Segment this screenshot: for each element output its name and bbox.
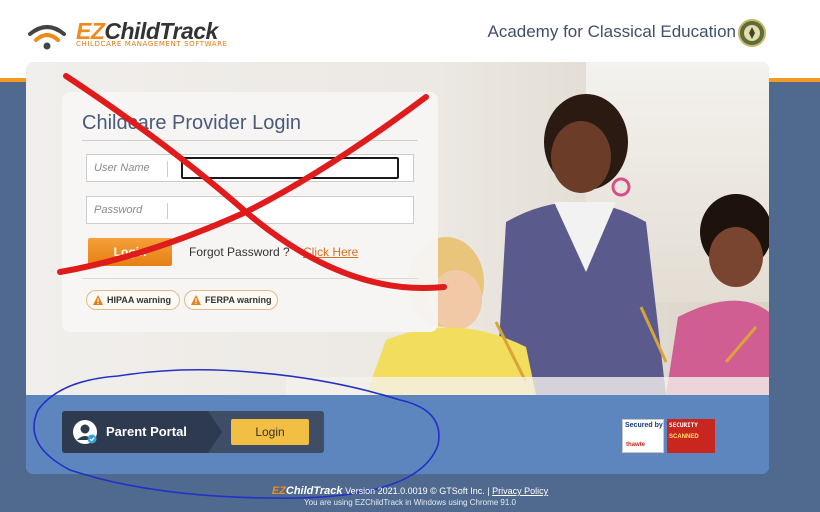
scan-badge-line1: SECURITY xyxy=(669,422,698,429)
login-button[interactable]: Login xyxy=(88,238,172,266)
title-divider xyxy=(82,140,418,141)
parent-portal-login-button[interactable]: Login xyxy=(231,419,309,445)
privacy-policy-link[interactable]: Privacy Policy xyxy=(492,486,548,496)
username-field[interactable]: User Name xyxy=(86,154,414,182)
password-field[interactable]: Password xyxy=(86,196,414,224)
warning-icon xyxy=(93,295,103,305)
username-input[interactable] xyxy=(181,157,399,179)
school-seal-icon xyxy=(738,19,766,47)
ferpa-warning-label: FERPA warning xyxy=(205,295,272,305)
field-separator xyxy=(167,203,168,219)
portal-arrow xyxy=(208,411,222,453)
footer-separator: | xyxy=(487,486,490,496)
hipaa-warning-button[interactable]: HIPAA warning xyxy=(86,290,180,310)
page-footer: EZChildTrack Version 2021.0.0019 © GTSof… xyxy=(0,485,820,507)
scan-badge-line2: SCANNED xyxy=(669,434,699,440)
ezchildtrack-logo[interactable]: EZChildTrack CHILDCARE MANAGEMENT SOFTWA… xyxy=(28,18,228,58)
login-title: Childcare Provider Login xyxy=(82,112,302,134)
forgot-password-link[interactable]: Click Here xyxy=(303,245,358,259)
portal-band: Parent Portal Login Secured by thawte SE… xyxy=(26,395,769,474)
password-input[interactable] xyxy=(181,199,399,221)
school-name: Academy for Classical Education xyxy=(487,22,736,41)
card-divider xyxy=(82,278,418,279)
footer-version: Version 2021.0.0019 © GTSoft Inc. xyxy=(345,486,485,496)
security-scan-badge[interactable]: SECURITY SCANNED xyxy=(667,419,715,453)
main-panel: Childcare Provider Login User Name Passw… xyxy=(26,62,769,474)
username-label: User Name xyxy=(94,162,150,174)
hero-area: Childcare Provider Login User Name Passw… xyxy=(26,62,769,395)
parent-portal-bar: Parent Portal Login xyxy=(62,411,324,453)
thawte-badge-line1: Secured by xyxy=(625,422,663,429)
field-separator xyxy=(167,161,168,177)
password-label: Password xyxy=(94,204,143,216)
user-avatar-icon xyxy=(73,420,97,444)
warning-icon xyxy=(191,295,201,305)
footer-version-line: EZChildTrack Version 2021.0.0019 © GTSof… xyxy=(0,485,820,497)
ferpa-warning-button[interactable]: FERPA warning xyxy=(184,290,278,310)
login-card: Childcare Provider Login User Name Passw… xyxy=(62,92,438,332)
hipaa-warning-label: HIPAA warning xyxy=(107,295,172,305)
wifi-logo-icon xyxy=(28,25,66,50)
footer-brand: EZChildTrack xyxy=(271,485,343,497)
footer-browser-info: You are using EZChildTrack in Windows us… xyxy=(304,498,516,507)
parent-portal-label: Parent Portal xyxy=(106,424,187,439)
logo-subtitle: CHILDCARE MANAGEMENT SOFTWARE xyxy=(76,40,228,48)
thawte-badge-line2: thawte xyxy=(626,442,646,448)
thawte-badge[interactable]: Secured by thawte xyxy=(622,419,664,453)
forgot-password-text: Forgot Password ? xyxy=(189,245,290,259)
